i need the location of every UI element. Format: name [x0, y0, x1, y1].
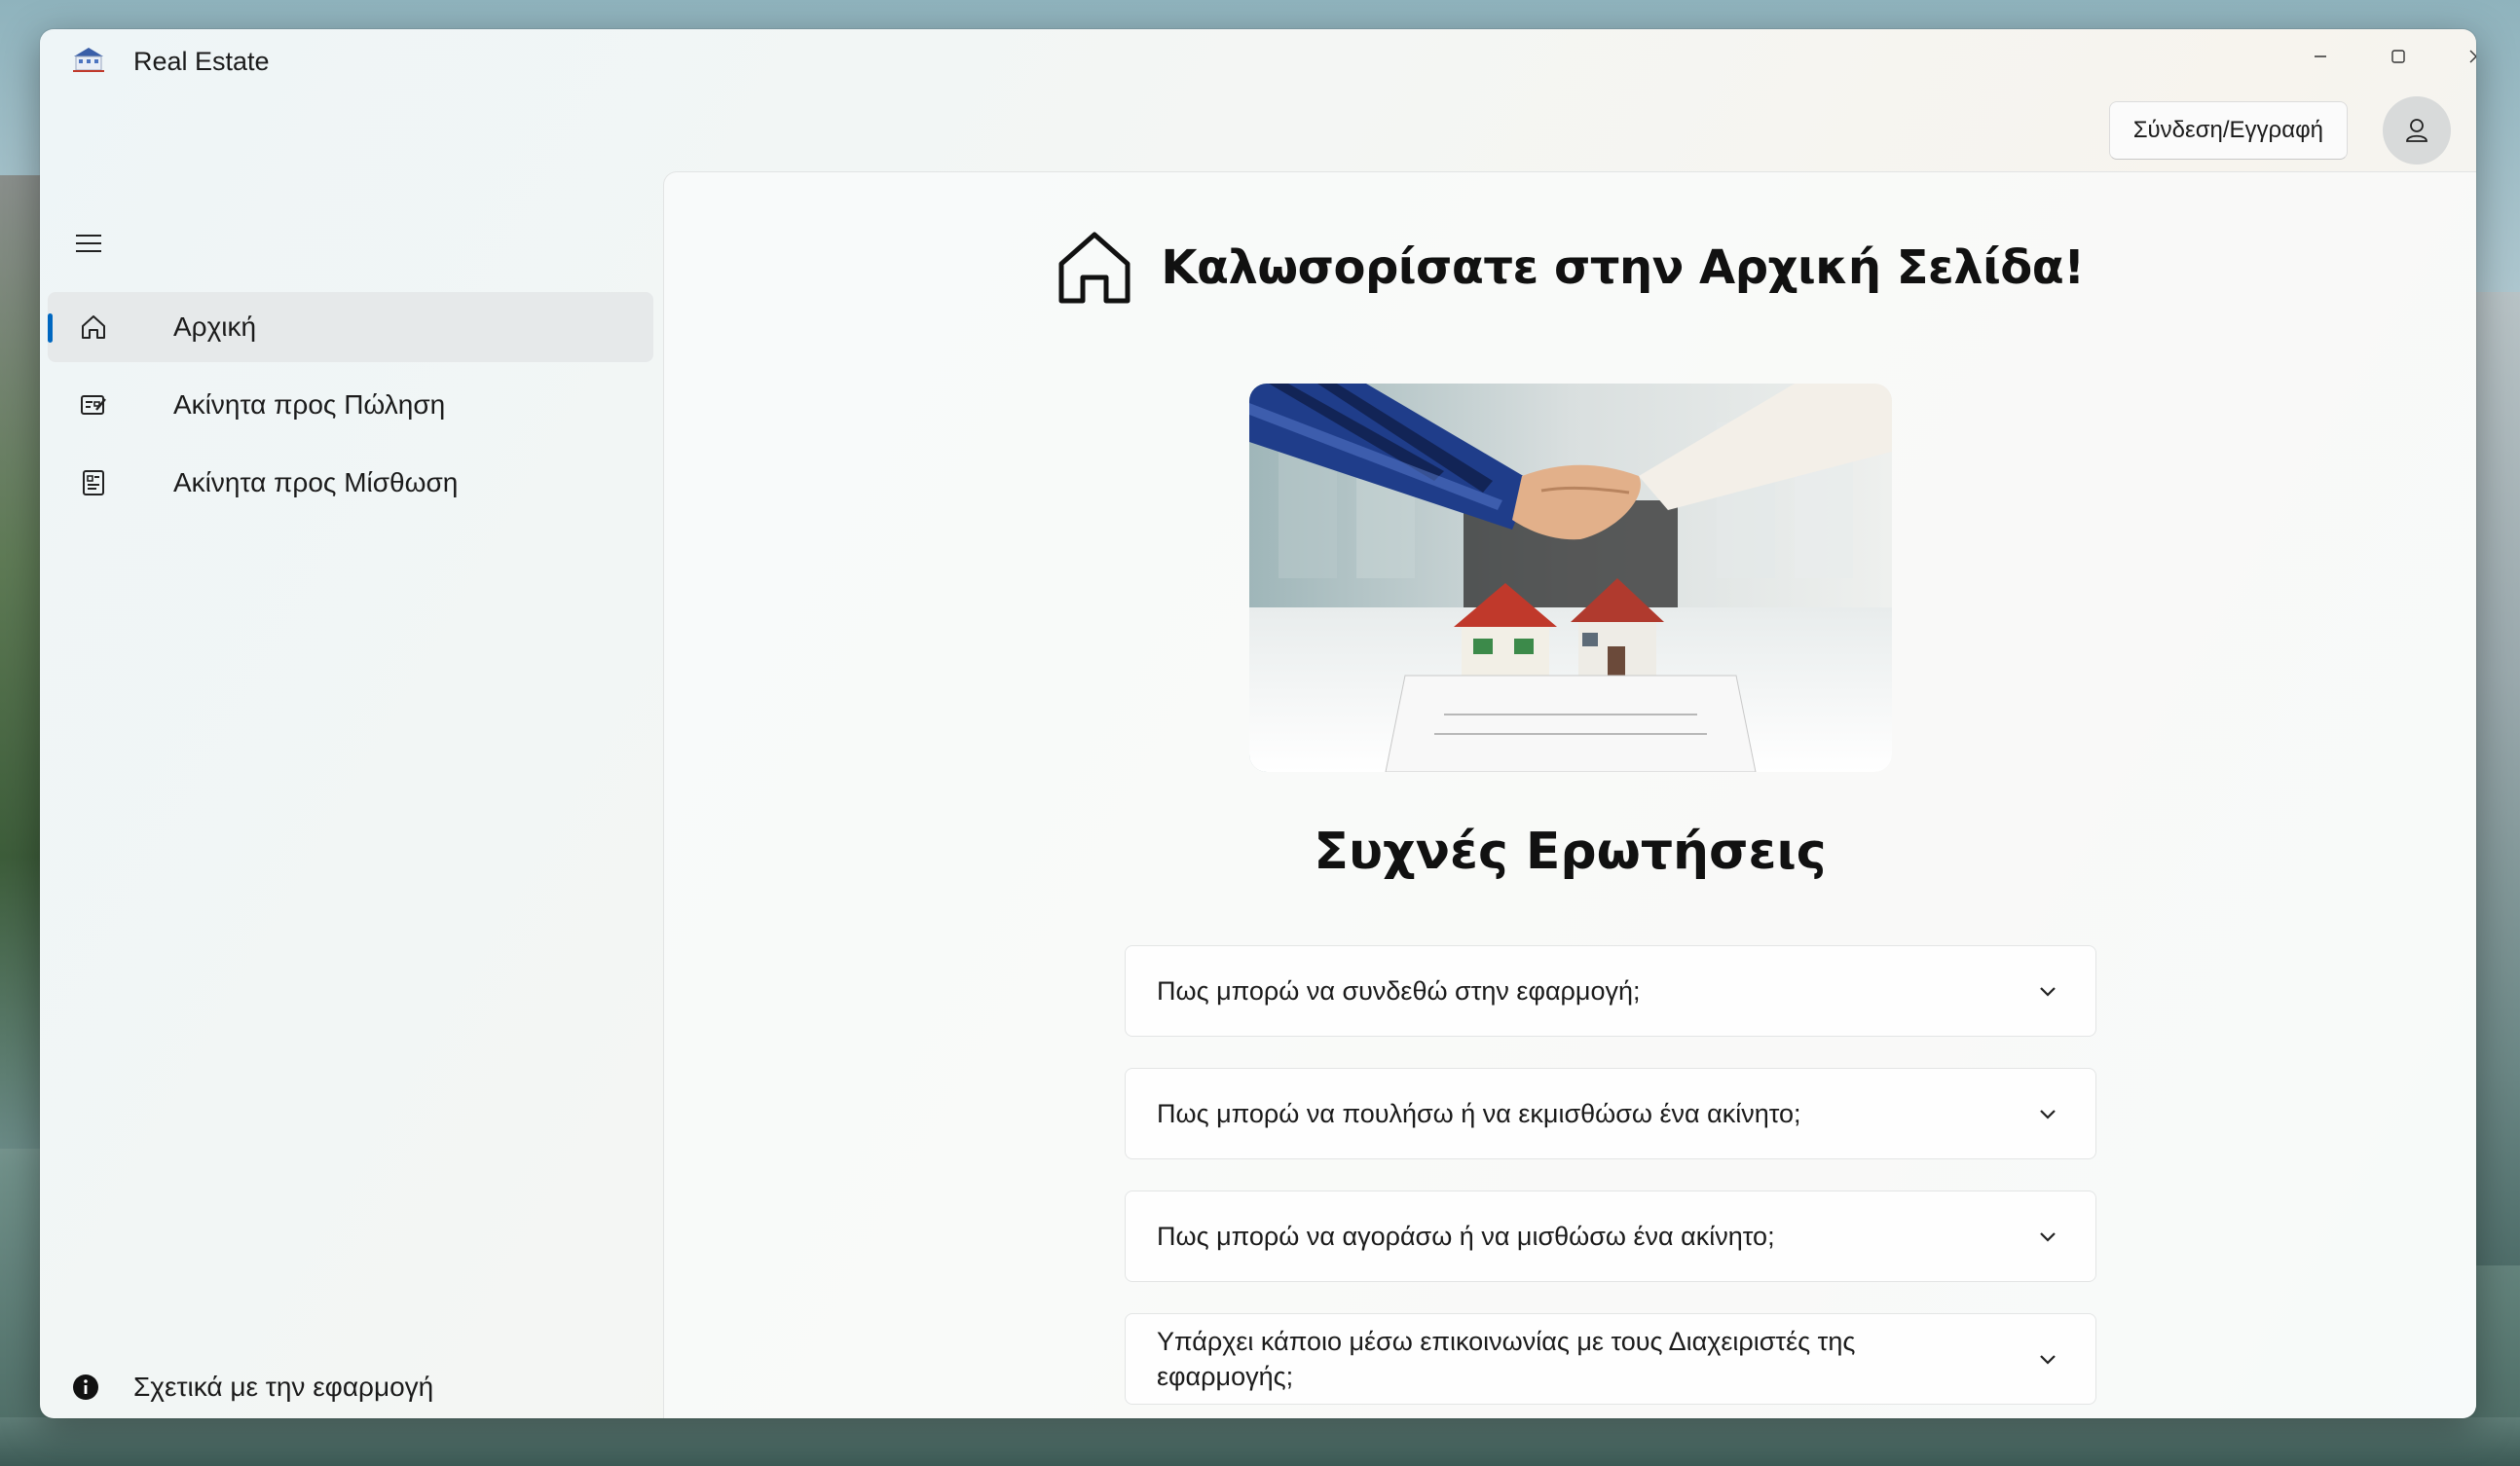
app-title: Real Estate — [133, 47, 270, 76]
sidebar-item-label: Ακίνητα προς Μίσθωση — [173, 467, 459, 497]
user-avatar-button[interactable] — [2383, 96, 2451, 165]
login-register-button[interactable]: Σύνδεση/Εγγραφή — [2108, 101, 2348, 160]
close-button[interactable] — [2437, 29, 2476, 84]
maximize-icon — [2391, 50, 2405, 63]
header-actions: Σύνδεση/Εγγραφή — [2108, 95, 2451, 165]
chevron-down-icon — [2040, 987, 2056, 997]
app-window: Real Estate Σύνδεση/Εγγραφή Αρχική Ακίνη… — [40, 29, 2476, 1418]
sidebar-item-about[interactable]: Σχετικά με την εφαρμογή — [40, 1356, 663, 1418]
about-label: Σχετικά με την εφαρμογή — [133, 1372, 434, 1402]
close-icon — [2469, 50, 2476, 63]
faq-question: Πως μπορώ να συνδεθώ στην εφαρμογή; — [1157, 976, 1641, 1006]
faq-question: Υπάρχει κάποιο μέσω επικοινωνίας με τους… — [1157, 1327, 1856, 1391]
home-outline-icon — [1058, 232, 1130, 304]
app-logo-icon — [71, 45, 106, 74]
sidebar-item-label: Αρχική — [173, 312, 257, 342]
minimize-icon — [2315, 55, 2326, 57]
menu-toggle-button[interactable] — [69, 224, 108, 263]
sidebar-item-label: Ακίνητα προς Πώληση — [173, 389, 446, 420]
faq-question: Πως μπορώ να πουλήσω ή να εκμισθώσω ένα … — [1157, 1099, 1801, 1128]
sale-listing-icon — [77, 388, 110, 421]
navigation-sidebar: Αρχική Ακίνητα προς Πώληση Ακίνητα προς … — [40, 175, 663, 1418]
main-content: Καλωσορίσατε στην Αρχική Σελίδα! Συχνές … — [663, 171, 2476, 1418]
info-icon — [69, 1371, 102, 1404]
welcome-header: Καλωσορίσατε στην Αρχική Σελίδα! — [664, 229, 2476, 307]
page-title: Καλωσορίσατε στην Αρχική Σελίδα! — [1161, 240, 2085, 295]
user-icon — [2406, 119, 2427, 142]
faq-item[interactable]: Πως μπορώ να συνδεθώ στην εφαρμογή; — [1125, 945, 2096, 1037]
faq-item[interactable]: Πως μπορώ να αγοράσω ή να μισθώσω ένα ακ… — [1125, 1191, 2096, 1282]
chevron-down-icon — [2040, 1355, 2056, 1365]
chevron-down-icon — [2040, 1110, 2056, 1119]
faq-item[interactable]: Πως μπορώ να πουλήσω ή να εκμισθώσω ένα … — [1125, 1068, 2096, 1159]
sidebar-item-for-sale[interactable]: Ακίνητα προς Πώληση — [48, 370, 653, 440]
hamburger-icon — [76, 235, 101, 252]
desktop-wallpaper-bottom — [0, 1417, 2520, 1466]
faq-question: Πως μπορώ να αγοράσω ή να μισθώσω ένα ακ… — [1157, 1222, 1775, 1251]
sidebar-item-for-rent[interactable]: Ακίνητα προς Μίσθωση — [48, 448, 653, 518]
home-icon — [77, 311, 110, 344]
faq-item[interactable]: Υπάρχει κάποιο μέσω επικοινωνίας με τους… — [1125, 1313, 2096, 1405]
title-bar[interactable]: Real Estate — [40, 29, 2476, 92]
chevron-down-icon — [2040, 1232, 2056, 1242]
handshake-house-image — [1249, 384, 1892, 772]
sidebar-item-home[interactable]: Αρχική — [48, 292, 653, 362]
rent-listing-icon — [77, 466, 110, 499]
faq-heading: Συχνές Ερωτήσεις — [1314, 823, 1827, 881]
selection-indicator — [48, 313, 53, 343]
minimize-button[interactable] — [2281, 29, 2359, 84]
maximize-button[interactable] — [2359, 29, 2437, 84]
